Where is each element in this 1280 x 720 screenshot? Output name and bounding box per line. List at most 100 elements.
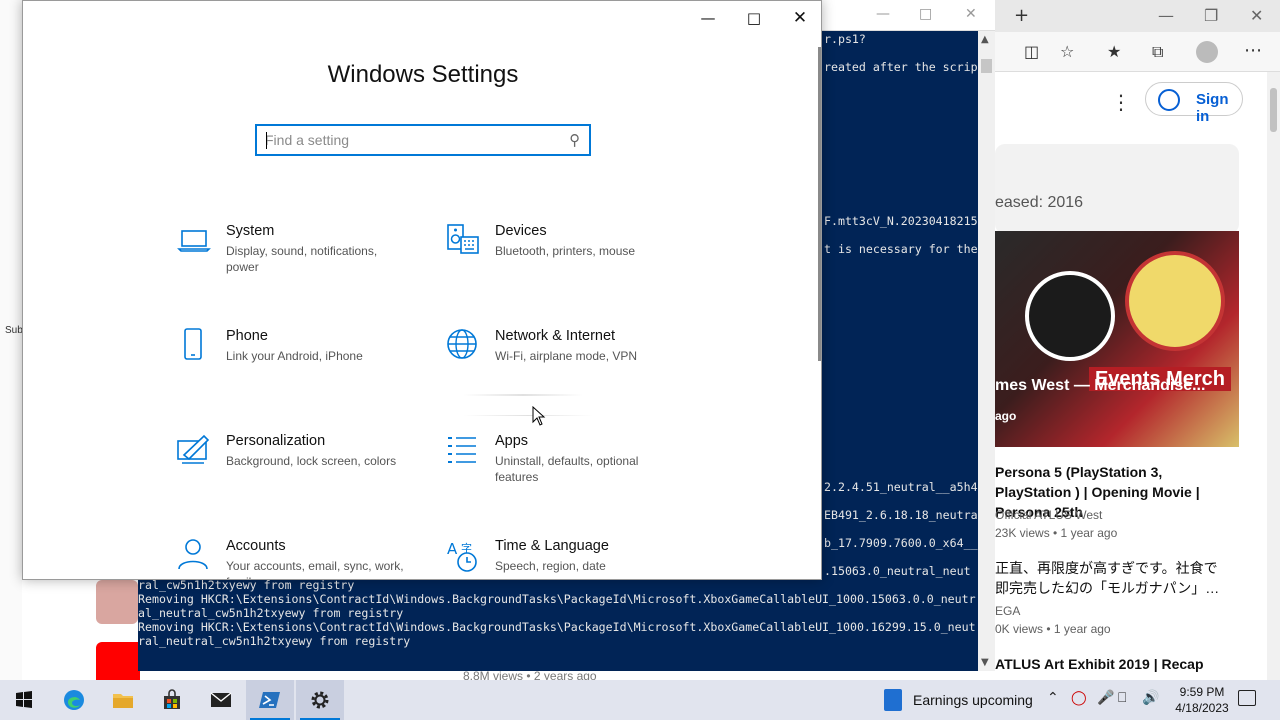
console-line: .15063.0_neutral_neut (824, 564, 971, 578)
console-line: Removing HKCR:\Extensions\ContractId\Win… (138, 592, 976, 606)
volume-icon[interactable]: 🔊 (1142, 690, 1159, 706)
add-favorite-icon[interactable]: ☆ (1060, 44, 1074, 60)
video-title[interactable]: 正直、再限度が高すぎです。社食で 即完売した幻の「モルガナパン」… (995, 558, 1235, 598)
earnings-widget[interactable]: Earnings upcoming (884, 680, 1044, 720)
search-box[interactable]: ⚲ (255, 124, 591, 156)
svg-text:A: A (447, 540, 458, 558)
minimize-button[interactable]: — (685, 5, 731, 31)
video-thumbnail[interactable]: Events Merch mes West — Merchandise... a… (995, 231, 1239, 447)
video-channel[interactable]: EGA (995, 604, 1020, 618)
close-button[interactable]: ✕ (777, 5, 821, 31)
security-icon[interactable]: ◯ (1071, 690, 1087, 706)
console-line: EB491_2.6.18.18_neutra (824, 508, 978, 522)
tile-name: Phone (226, 328, 268, 344)
new-tab-icon[interactable]: + (1014, 7, 1029, 25)
tile-description: Background, lock screen, colors (226, 454, 397, 468)
tile-description: Wi-Fi, airplane mode, VPN (495, 349, 638, 363)
rendering-artifact (463, 415, 593, 416)
tile-name: Network & Internet (495, 328, 616, 344)
clock[interactable]: 9:59 PM 4/18/2023 (1160, 684, 1244, 716)
globe-icon (445, 328, 481, 364)
windows-logo-icon (16, 691, 32, 708)
laptop-icon (176, 223, 212, 259)
more-icon[interactable]: ⋯ (1244, 42, 1262, 60)
minimize-icon[interactable]: — (1158, 6, 1174, 25)
maximize-icon[interactable]: □ (919, 6, 932, 22)
tile-phone[interactable]: Phone Link your Android, iPhone (176, 328, 426, 408)
collections-icon[interactable]: ⧉ (1152, 44, 1163, 60)
taskbar: Earnings upcoming ⌃ ◯ 🎤 ⎕ 🔊 9:59 PM 4/18… (0, 680, 1280, 720)
page-scrollbar[interactable] (1267, 72, 1280, 680)
sign-in-button[interactable]: Sign in (1145, 82, 1243, 125)
favorites-icon[interactable]: ★ (1107, 44, 1121, 60)
console-scrollbar[interactable]: ▲ ▼ (978, 31, 995, 671)
taskbar-edge[interactable] (50, 680, 98, 720)
tile-network-internet[interactable]: Network & Internet Wi-Fi, airplane mode,… (445, 328, 695, 408)
tile-name: Apps (495, 433, 529, 449)
close-icon[interactable]: ✕ (965, 6, 977, 22)
news-icon (884, 689, 902, 711)
taskbar-mail[interactable] (197, 680, 245, 720)
subscriptions-label[interactable]: Sub (5, 325, 23, 336)
tile-apps[interactable]: Apps Uninstall, defaults, optional featu… (445, 433, 695, 513)
restore-icon[interactable]: ❐ (1204, 6, 1218, 25)
scroll-up-icon[interactable]: ▲ (981, 34, 989, 45)
search-input[interactable] (265, 131, 555, 149)
video-channel[interactable]: Official ATLUS West (995, 508, 1102, 522)
thumb-title: mes West — Merchandise... (995, 377, 1206, 394)
mail-icon (210, 692, 232, 707)
scrollbar-thumb[interactable] (981, 59, 992, 73)
apps-list-icon (445, 433, 481, 469)
more-options-icon[interactable]: ⋮ (1111, 90, 1131, 114)
info-card (995, 144, 1239, 234)
tile-description: Uninstall, defaults, optional features (495, 454, 639, 484)
store-bag-icon (164, 689, 180, 709)
tile-description: Your accounts, email, sync, work, family (226, 559, 404, 579)
thumbnail-fragment (96, 580, 138, 624)
powershell-icon (259, 692, 280, 708)
console-line: r.ps1? (824, 32, 866, 46)
tile-personalization[interactable]: Personalization Background, lock screen,… (176, 433, 426, 513)
network-icon[interactable]: ⎕ (1118, 690, 1126, 706)
mouse-cursor-icon (532, 406, 546, 426)
start-button[interactable] (0, 680, 48, 720)
video-title[interactable]: ATLUS Art Exhibit 2019 | Recap (995, 654, 1235, 674)
scroll-down-icon[interactable]: ▼ (981, 657, 989, 668)
console-line: F.mtt3cV_N.20230418215 (824, 214, 978, 228)
maximize-button[interactable]: □ (731, 5, 777, 31)
tile-devices[interactable]: Devices Bluetooth, printers, mouse (445, 223, 695, 303)
taskbar-store[interactable] (148, 680, 196, 720)
settings-window: — □ ✕ Windows Settings ⚲ System Display,… (22, 0, 822, 580)
person-icon (176, 538, 212, 574)
scrollbar-thumb[interactable] (1270, 88, 1277, 132)
tile-description: Speech, region, date (495, 559, 606, 573)
microphone-icon[interactable]: 🎤 (1097, 690, 1114, 706)
profile-icon[interactable] (1196, 41, 1218, 63)
close-icon[interactable]: ✕ (1250, 6, 1263, 25)
chevron-up-icon[interactable]: ⌃ (1047, 690, 1059, 706)
notification-icon[interactable] (1238, 690, 1256, 706)
tile-description: Display, sound, notifications, power (226, 244, 378, 274)
thumbnail-fragment (96, 642, 140, 680)
taskbar-settings[interactable] (296, 680, 344, 720)
split-screen-icon[interactable]: ◫ (1024, 44, 1039, 60)
search-icon[interactable]: ⚲ (569, 131, 580, 149)
tile-time-language[interactable]: A字 Time & Language Speech, region, date (445, 538, 695, 579)
text-caret (266, 132, 267, 149)
time-language-icon: A字 (445, 538, 481, 574)
settings-scrollbar[interactable] (818, 47, 821, 361)
tile-description: Bluetooth, printers, mouse (495, 244, 636, 258)
taskbar-powershell[interactable] (246, 680, 294, 720)
paint-icon (176, 433, 212, 469)
video-meta: 23K views • 1 year ago (995, 526, 1118, 540)
rendering-artifact (463, 394, 583, 396)
minimize-icon[interactable]: — (876, 6, 890, 22)
phone-icon (176, 328, 212, 364)
earnings-label: Earnings upcoming (913, 692, 1033, 708)
tile-accounts[interactable]: Accounts Your accounts, email, sync, wor… (176, 538, 426, 579)
console-line: b_17.7909.7600.0_x64__ (824, 536, 978, 550)
taskbar-file-explorer[interactable] (99, 680, 147, 720)
folder-icon (113, 694, 133, 708)
page-title: Windows Settings (327, 61, 519, 88)
tile-system[interactable]: System Display, sound, notifications, po… (176, 223, 426, 303)
